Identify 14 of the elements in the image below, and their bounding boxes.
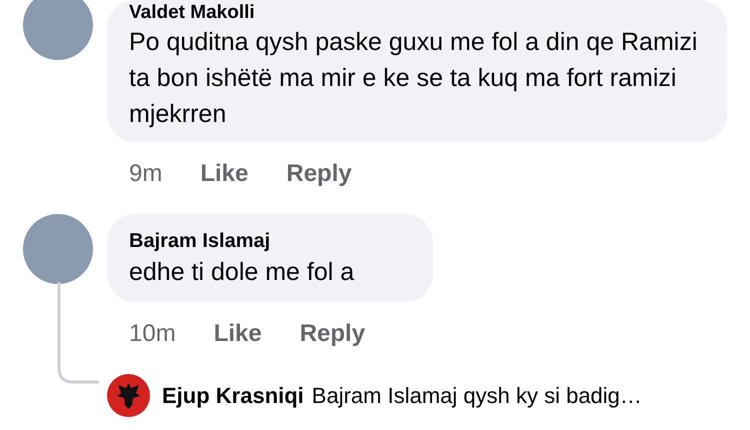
like-link[interactable]: Like (200, 156, 248, 192)
like-link[interactable]: Like (214, 316, 262, 352)
author-name[interactable]: Bajram Islamaj (129, 228, 411, 254)
flag-avatar-icon[interactable] (107, 374, 150, 417)
author-name[interactable]: Valdet Makolli (129, 2, 705, 24)
reply-preview-text[interactable]: Bajram Islamaj qysh ky si badig… (312, 379, 642, 412)
reply-link[interactable]: Reply (286, 156, 352, 192)
timestamp: 10m (129, 319, 176, 349)
avatar-photo[interactable] (23, 0, 93, 60)
comment-text: edhe ti dole me fol a (129, 257, 356, 288)
comment-text: Po quditna qysh paske guxu me fol a din qe Ramizi ta bon ishëtë ma mir e ke se ta kuq ma fort ramizi mjekrren (129, 27, 698, 130)
timestamp: 9m (129, 159, 162, 189)
reply-author-name[interactable]: Ejup Krasniqi (162, 379, 304, 412)
reply-link[interactable]: Reply (300, 316, 366, 352)
